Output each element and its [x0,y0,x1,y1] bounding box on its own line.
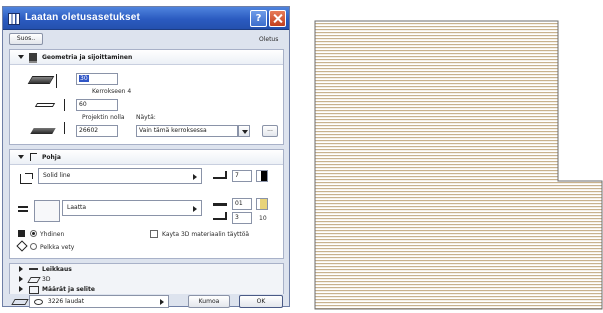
geometry-section-label: Geometria ja sijoittaminen [42,54,133,61]
plan-section-header[interactable]: Pohja [10,150,283,165]
solid-radio-label: Yhdinen [40,231,65,238]
plan-section-label: Pohja [42,154,61,161]
slab-preview [314,20,603,310]
thickness-value: 30 [79,75,89,82]
projection-zero-icon [30,128,56,134]
offset-field[interactable]: 60 [76,99,118,111]
info-label: Oletus [259,36,279,43]
expand-arrow-icon [19,266,23,272]
floor-offset-icon [34,103,56,107]
layer-icon [11,299,29,305]
expand-arrow-icon [19,276,23,282]
geometry-section-header[interactable]: Geometria ja sijoittaminen [10,50,283,65]
pen-icon [213,171,227,179]
offset-value: 60 [79,101,87,108]
chevron-right-icon [160,299,164,305]
outline-pen-field[interactable]: 3 [232,212,252,224]
fill-pen-swatch[interactable] [256,170,268,182]
title-bar[interactable]: Laatan oletusasetukset ? [3,7,289,30]
cut-pen-value: 01 [235,200,243,207]
fill-pen-field[interactable]: 7 [232,170,252,182]
cut-pen-icon [213,200,227,206]
cut-pen-field[interactable]: 01 [232,198,252,210]
vector-radio-label: Pelkka vety [40,244,75,251]
material-swatch[interactable] [34,200,60,222]
outline-pen-icon [213,212,227,220]
fill-pen-value: 7 [235,172,239,179]
window-title: Laatan oletusasetukset [25,12,140,23]
fill-type-select[interactable]: Solid line [38,168,202,184]
geometry-section-icon [29,53,37,63]
height-arrow-icon [56,74,62,88]
model-3d-icon [27,277,41,283]
slab-preview-drawing [314,20,603,310]
more-options-button[interactable]: ... [262,125,278,137]
help-button[interactable]: ? [250,10,267,27]
vector-hatch-icon [16,240,28,252]
projection-value: 26602 [79,127,99,134]
ok-button[interactable]: OK [239,295,283,308]
plan-panel: Pohja Solid line 7 Laatta 01 3 10 Yhdine… [9,149,284,259]
section-cut-icon [29,268,38,270]
floor-label: Kerrokseen 4 [92,88,132,95]
geometry-panel: Geometria ja sijoittaminen 30 Kerrokseen… [9,49,284,145]
close-button[interactable] [269,10,286,27]
cancel-button[interactable]: Kumoa [188,295,230,308]
collapsed-sections: Leikkaus 3D Määrät ja selite [9,263,284,294]
plan-fill-icon [20,174,32,184]
model-label: 3D [42,276,51,283]
section-label: Leikkaus [42,266,72,273]
fill-type-value: Solid line [43,172,71,179]
plan-section-icon [30,153,37,161]
chevron-right-icon [193,174,197,180]
layer-value: 3226 laudat [47,298,85,305]
listing-icon [29,286,39,294]
offset-marker-icon [64,99,65,111]
projection-marker-icon [64,122,65,134]
use-3d-material-label: Kayta 3D materiaalin täyttöä [162,231,250,238]
favorites-button[interactable]: Suos.. [9,33,43,45]
show-on-floors-select[interactable]: Vain tämä kerroksessa [136,125,238,137]
show-on-floors-value: Vain tämä kerroksessa [139,127,207,134]
listing-label: Määrät ja selite [42,286,95,293]
material-select[interactable]: Laatta [62,200,202,216]
vector-radio[interactable] [30,243,37,250]
listing-section-header[interactable]: Määrät ja selite [10,284,283,294]
app-icon [8,13,20,25]
projection-field[interactable]: 26602 [76,125,118,137]
layer-visible-icon [34,298,43,305]
outline-pen-value: 3 [235,214,239,221]
slab-thickness-icon [27,76,55,84]
cover-fill-icon [18,206,28,212]
cut-pen-swatch[interactable] [256,198,268,210]
outline-pen-number: 10 [259,215,267,222]
chevron-right-icon [193,206,197,212]
show-dropdown-arrow[interactable] [238,125,250,137]
solid-radio[interactable] [30,230,37,237]
use-3d-material-checkbox[interactable] [150,230,158,238]
thickness-field[interactable]: 30 [76,73,118,85]
expand-arrow-icon [19,286,23,292]
material-value: Laatta [67,204,87,211]
collapse-arrow-icon [18,55,24,59]
fill-color-square [18,230,25,237]
show-label: Näytä: [136,114,156,121]
layer-select[interactable]: 3226 laudat [29,295,169,308]
slab-default-settings-dialog: Laatan oletusasetukset ? Suos.. Oletus G… [2,6,290,308]
projection-label: Projektin nolla [82,114,125,121]
collapse-arrow-icon [18,155,24,159]
